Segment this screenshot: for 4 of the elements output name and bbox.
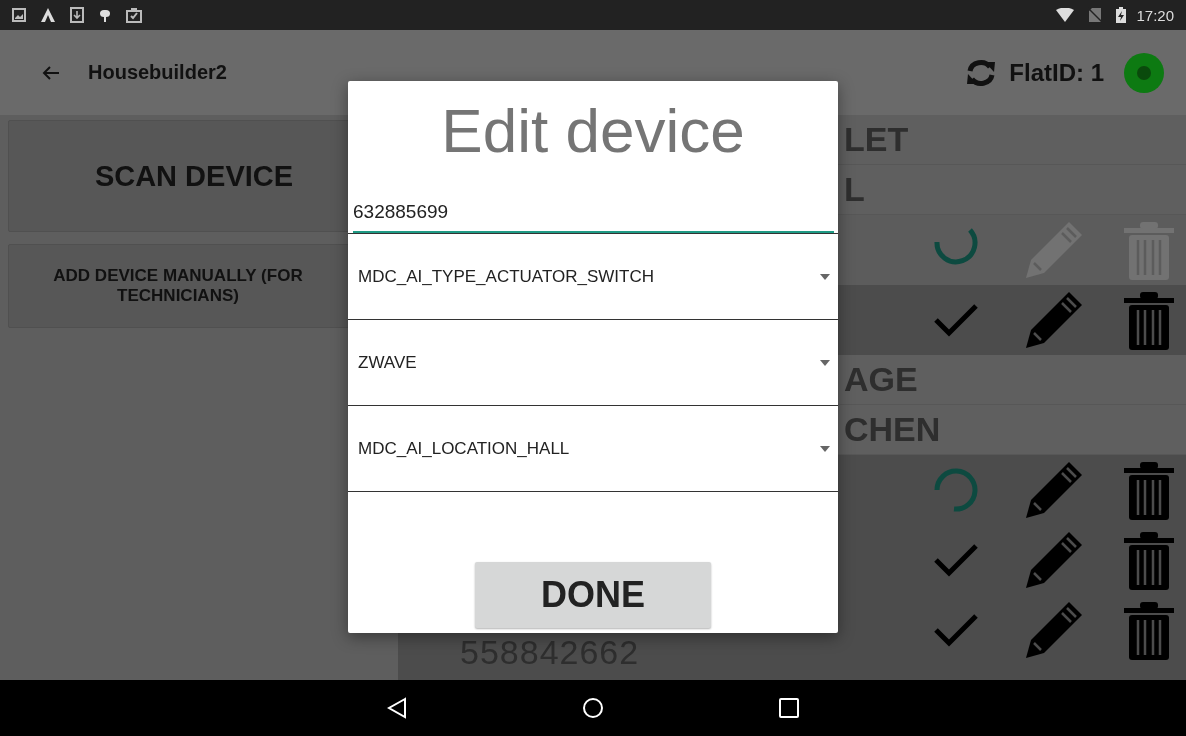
- flat-id-label: FlatID: 1: [1009, 58, 1104, 87]
- dialog-title: Edit device: [440, 95, 746, 167]
- app-title: Housebuilder2: [88, 61, 227, 84]
- clock: 17:20: [1136, 6, 1174, 24]
